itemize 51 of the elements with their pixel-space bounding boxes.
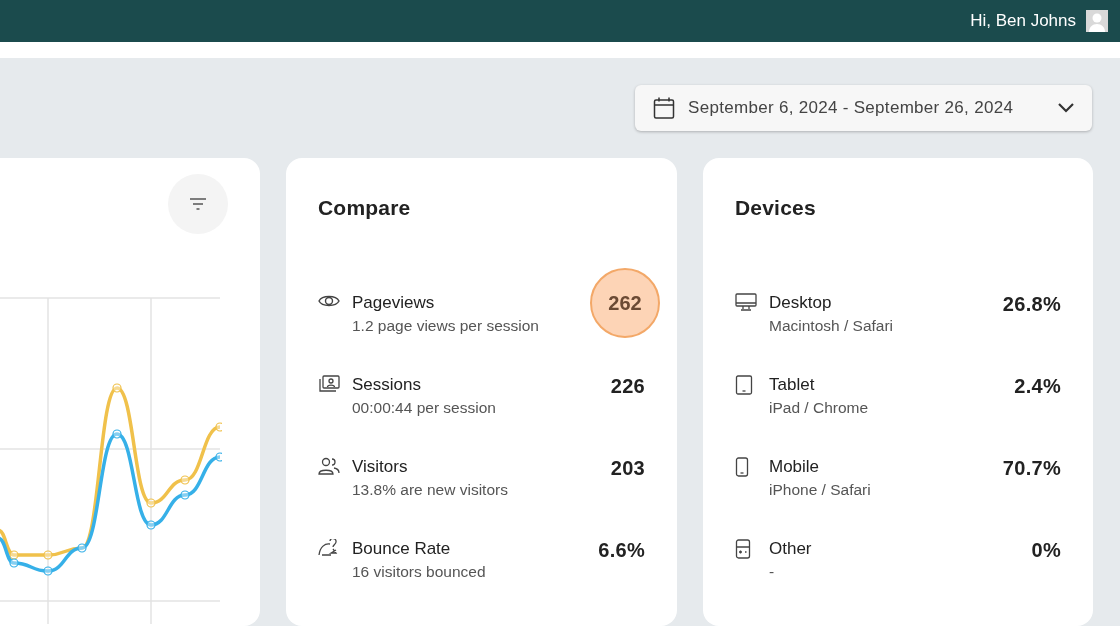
metric-label: Sessions [352,373,422,396]
data-point [77,543,87,553]
metric-label: Desktop [769,291,833,314]
metric-label: Tablet [769,373,816,396]
rodent-icon [318,538,340,557]
data-point [9,558,19,568]
card-title: Devices [735,195,817,221]
data-point [215,422,222,432]
game-device-icon [735,538,751,559]
chevron-down-icon [1057,102,1075,114]
data-point [43,566,53,576]
metric-value: 70.7% [1002,455,1061,479]
metric-detail: iPhone / Safari [769,479,872,500]
metric-detail: 13.8% are new visitors [352,479,509,500]
metric-label: Other [769,537,813,560]
metric-detail: Macintosh / Safari [769,315,895,336]
metric-value: 0% [1031,537,1061,561]
metric-label: Mobile [769,455,821,478]
monitor-icon [735,292,757,311]
metric-label: Visitors [352,455,409,478]
metric-label: Bounce Rate [352,537,452,560]
person-card-icon [318,374,340,393]
calendar-icon [652,96,676,120]
data-point [112,383,122,393]
metric-detail: - [769,561,776,582]
metric-detail: iPad / Chrome [769,397,870,418]
data-point [112,429,122,439]
data-point [43,550,53,560]
date-range-picker[interactable]: September 6, 2024 - September 26, 2024 [635,85,1092,131]
tablet-icon [735,374,753,395]
metric-value: 2.4% [1014,373,1061,397]
metric-detail: 1.2 page views per session [352,315,540,336]
metric-value: 203 [610,455,645,479]
metric-value: 26.8% [1002,291,1061,315]
card-title: Compare [318,195,412,221]
phone-icon [735,456,749,477]
data-point [146,520,156,530]
data-point [215,452,222,462]
data-point [9,550,19,560]
metric-label: Pageviews [352,291,436,314]
user-greeting: Hi, Ben Johns [970,10,1076,33]
filter-icon [189,197,207,211]
metric-detail: 16 visitors bounced [352,561,487,582]
metric-value: 226 [610,373,645,397]
data-point [146,498,156,508]
avatar-icon[interactable] [1086,10,1108,32]
data-point [180,475,190,485]
metric-value: 6.6% [598,537,645,561]
people-icon [318,456,340,475]
data-point [180,490,190,500]
metric-detail: 00:00:44 per session [352,397,497,418]
